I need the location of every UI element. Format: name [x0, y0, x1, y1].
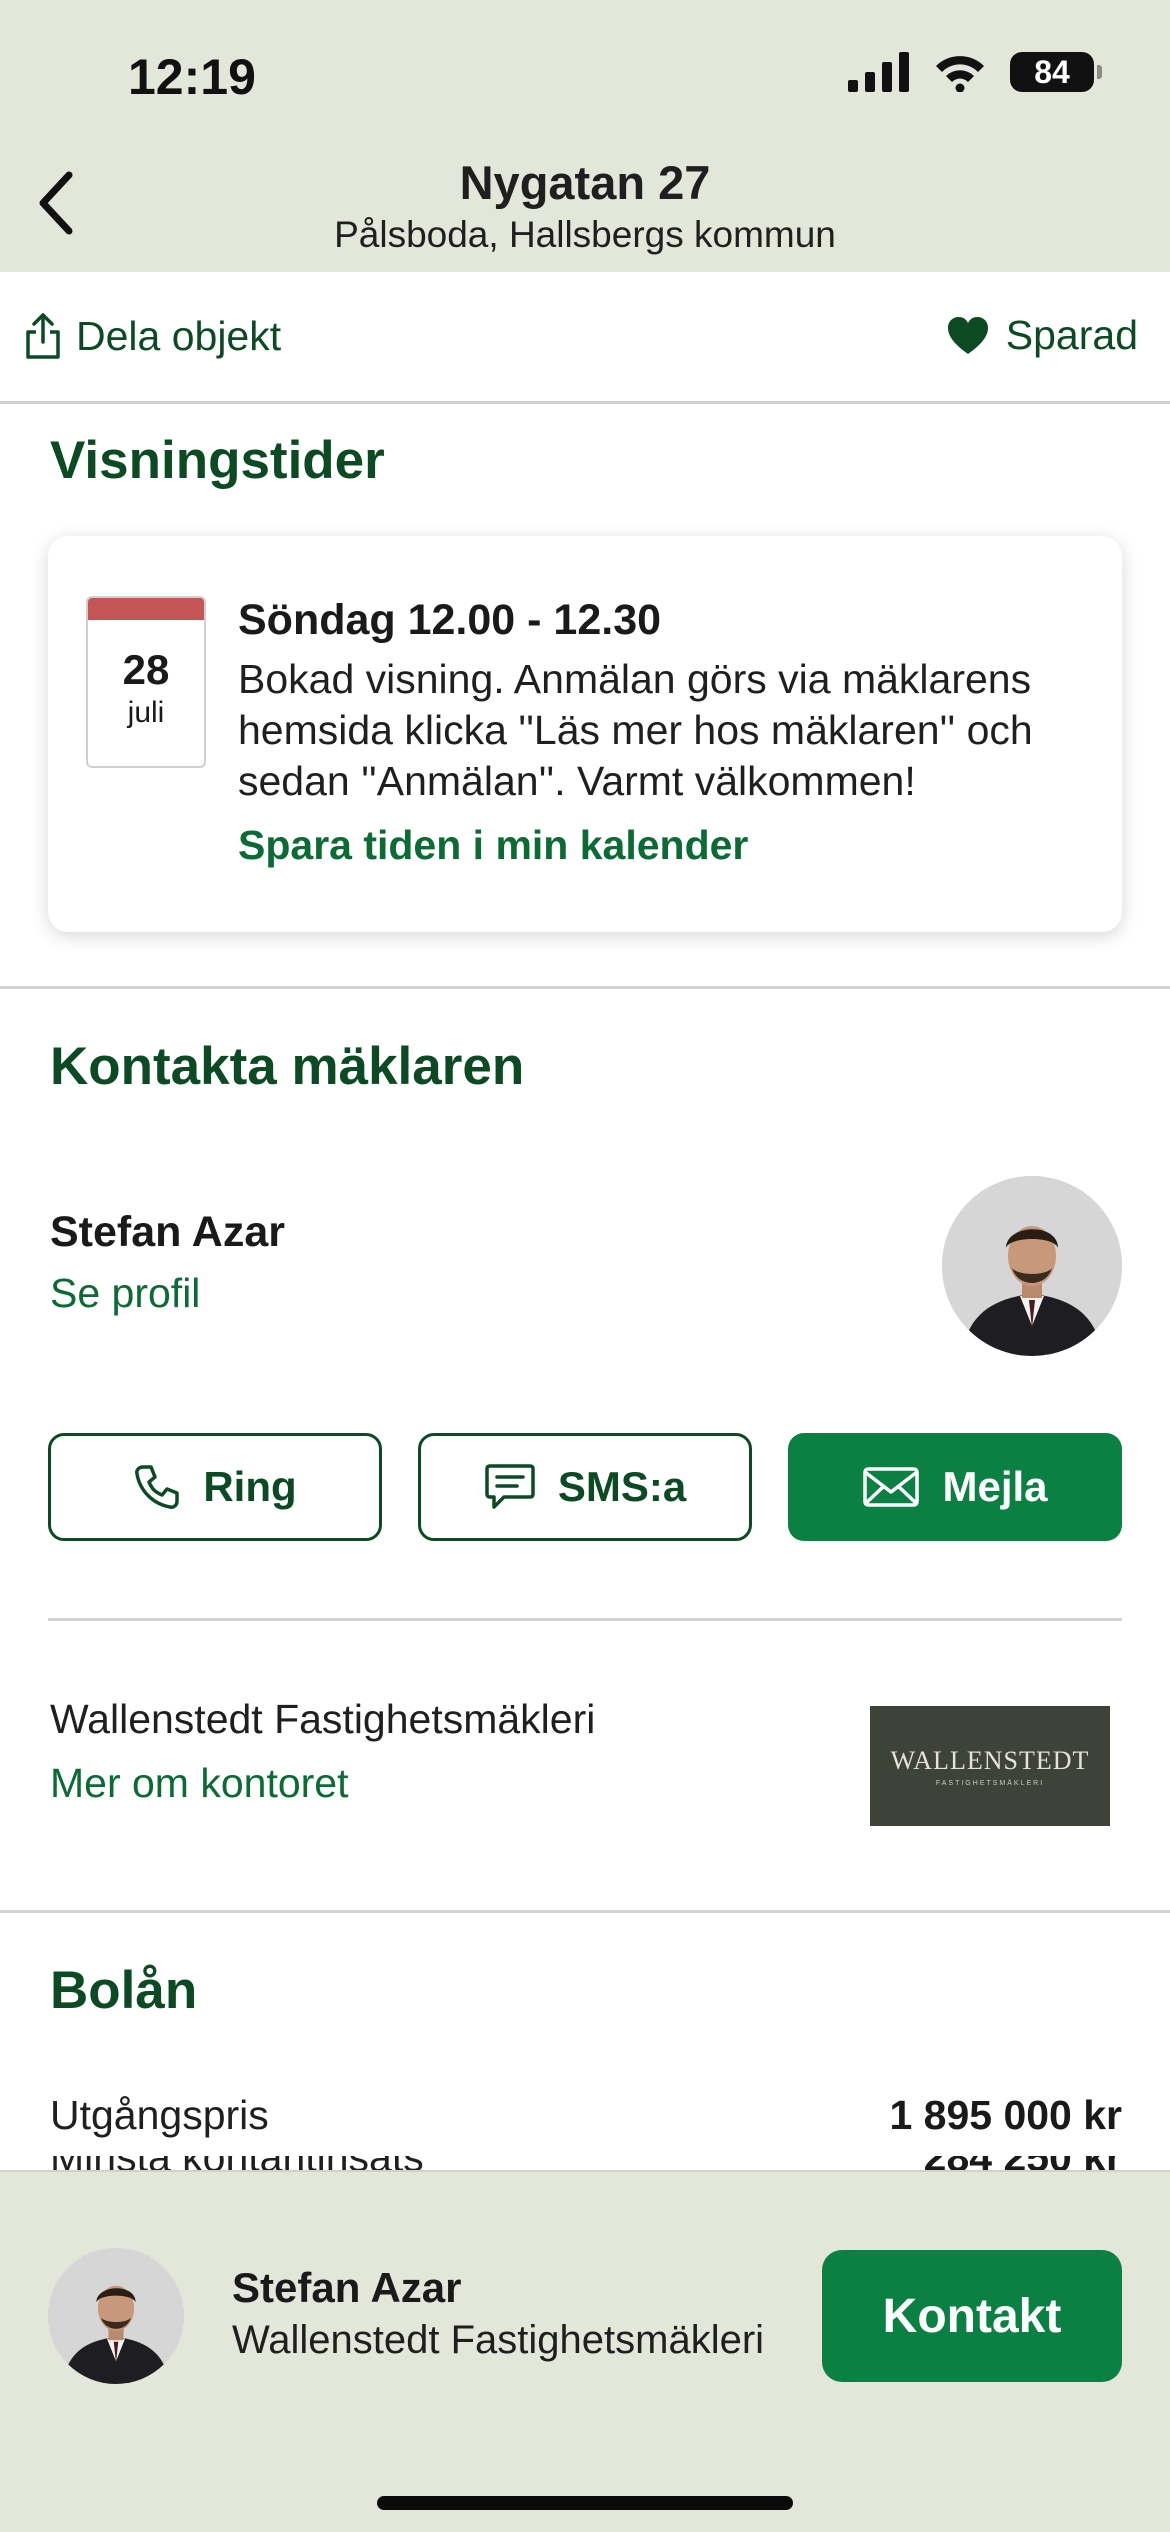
bottom-contact-bar: Stefan Azar Wallenstedt Fastighetsmäkler… — [0, 2170, 1170, 2532]
call-button[interactable]: Ring — [48, 1433, 382, 1541]
agent-photo — [942, 1176, 1122, 1356]
section-divider — [0, 1910, 1170, 1913]
starting-price-label: Utgångspris — [50, 2092, 269, 2138]
starting-price-value: 1 895 000 kr — [889, 2092, 1122, 2138]
share-label: Dela objekt — [76, 312, 282, 359]
battery-indicator: 84 — [1010, 52, 1102, 92]
agent-avatar-small[interactable] — [48, 2248, 184, 2384]
action-bar: Dela objekt Sparad — [0, 272, 1170, 404]
status-time: 12:19 — [128, 49, 256, 105]
agent-photo — [48, 2248, 184, 2384]
viewing-card: 28 juli Söndag 12.00 - 12.30 Bokad visni… — [48, 536, 1122, 932]
sms-button-label: SMS:a — [557, 1463, 687, 1510]
contact-section-title: Kontakta mäklaren — [50, 1037, 525, 1096]
contact-button[interactable]: Kontakt — [822, 2250, 1122, 2382]
heart-icon — [947, 316, 988, 354]
mail-icon — [863, 1467, 920, 1507]
battery-level: 84 — [1034, 53, 1070, 90]
down-payment-label: Minsta kontantinsats — [50, 2156, 424, 2170]
saved-label: Sparad — [1005, 312, 1138, 358]
more-about-office-link[interactable]: Mer om kontoret — [50, 1760, 349, 1807]
down-payment-value: 284 250 kr — [924, 2156, 1122, 2170]
section-divider — [0, 986, 1170, 989]
saved-button[interactable]: Sparad — [946, 312, 1138, 359]
calendar-day: 28 — [122, 646, 170, 693]
save-to-calendar-link[interactable]: Spara tiden i min kalender — [238, 822, 748, 869]
agent-name: Stefan Azar — [50, 1208, 285, 1256]
wifi-icon — [936, 56, 984, 92]
office-logo[interactable]: WALLENSTEDT FASTIGHETSMÄKLERI — [870, 1706, 1110, 1826]
share-icon — [26, 313, 60, 359]
share-button[interactable]: Dela objekt — [24, 312, 281, 360]
partially-hidden-row: Minsta kontantinsats 284 250 kr — [0, 2156, 1170, 2170]
calendar-header — [88, 598, 204, 620]
viewing-section-title: Visningstider — [50, 431, 385, 490]
viewing-time: Söndag 12.00 - 12.30 — [238, 596, 662, 644]
home-indicator — [377, 2496, 793, 2510]
page-subtitle: Pålsboda, Hallsbergs kommun — [334, 214, 836, 255]
loan-section-title: Bolån — [50, 1961, 198, 2020]
bottom-office-name: Wallenstedt Fastighetsmäkleri — [232, 2318, 765, 2362]
top-bar: 12:19 84 Nygatan 27 Pålsboda, Hallsbergs… — [0, 0, 1170, 272]
office-logo-text: WALLENSTEDT — [890, 1745, 1090, 1775]
status-icons: 84 — [848, 52, 1102, 92]
email-button[interactable]: Mejla — [788, 1433, 1122, 1541]
email-button-label: Mejla — [942, 1463, 1048, 1510]
sms-button[interactable]: SMS:a — [418, 1433, 752, 1541]
page-title: Nygatan 27 — [459, 156, 711, 209]
viewing-description: Bokad visning. Anmälan görs via mäklaren… — [238, 656, 1033, 804]
bottom-agent-name: Stefan Azar — [232, 2264, 462, 2311]
calendar-date-icon: 28 juli — [86, 596, 206, 768]
contact-divider — [48, 1618, 1122, 1621]
calendar-month: juli — [127, 696, 165, 729]
message-icon — [485, 1464, 535, 1509]
office-logo-subtext: FASTIGHETSMÄKLERI — [935, 1779, 1045, 1787]
call-button-label: Ring — [203, 1463, 297, 1510]
office-name: Wallenstedt Fastighetsmäkleri — [50, 1696, 596, 1742]
phone-icon — [135, 1465, 180, 1509]
see-profile-link[interactable]: Se profil — [50, 1270, 200, 1317]
agent-avatar[interactable] — [942, 1176, 1122, 1356]
cellular-signal-icon — [848, 52, 909, 92]
